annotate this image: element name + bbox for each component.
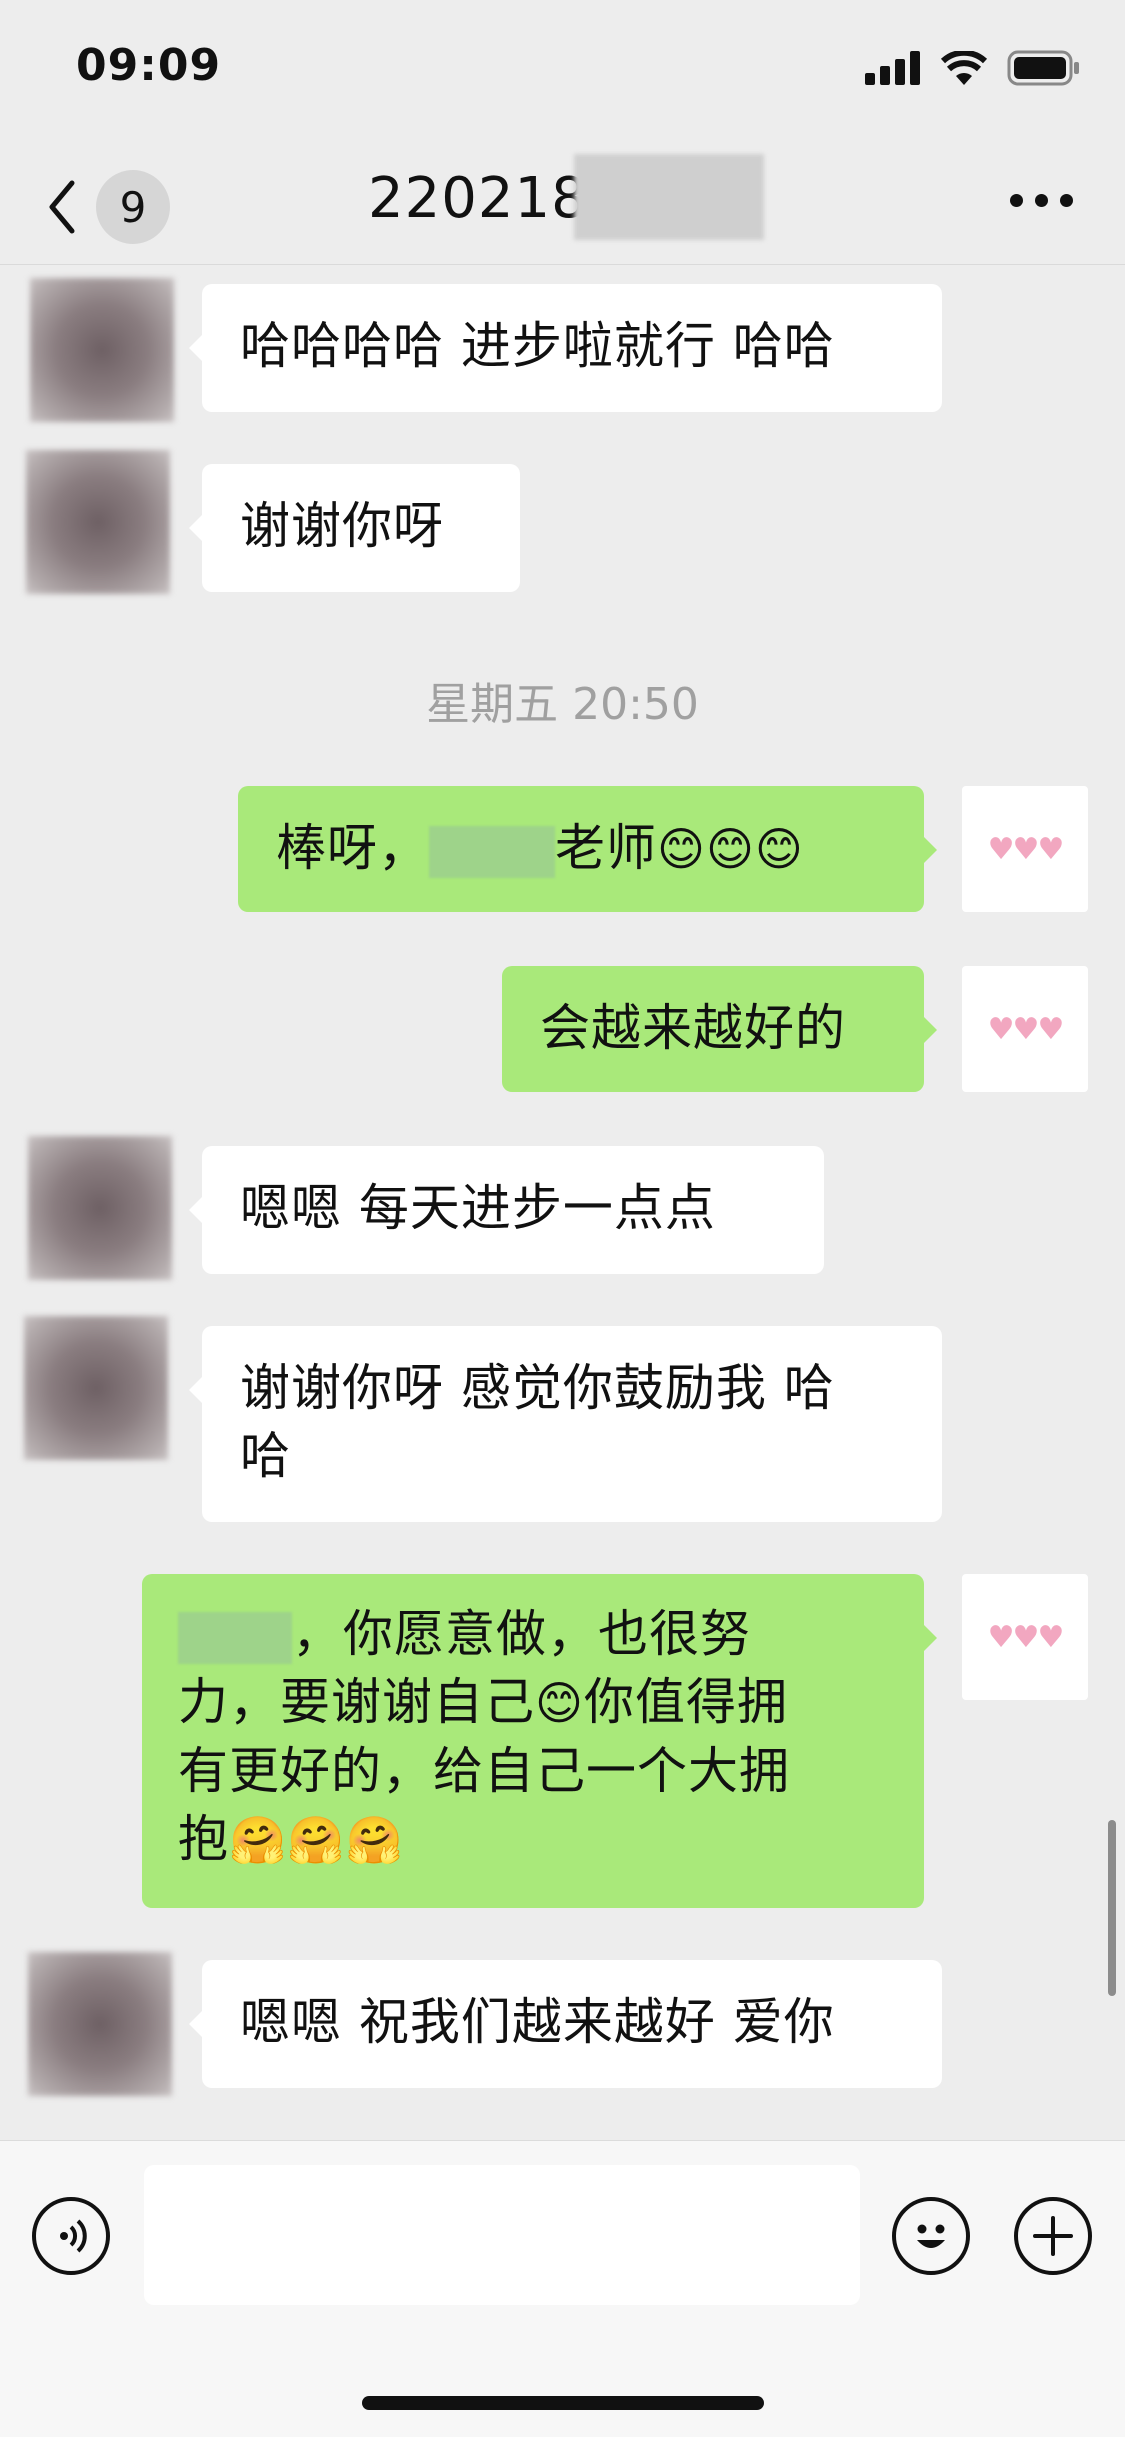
message-bubble[interactable]: 谢谢你呀 感觉你鼓励我 哈 哈 <box>189 1326 942 1522</box>
message-bubble[interactable]: 谢谢你呀 <box>189 464 520 592</box>
contact-avatar[interactable] <box>28 1952 172 2096</box>
message-text: 有更好的，给自己一个大拥 <box>178 1742 790 1800</box>
my-avatar[interactable]: ♥♥♥ <box>962 786 1088 912</box>
emoji-icon <box>917 2224 945 2248</box>
home-indicator[interactable] <box>362 2396 764 2410</box>
message-bubble[interactable]: 嗯嗯 祝我们越来越好 爱你 <box>189 1960 942 2088</box>
emoji-button[interactable] <box>892 2197 970 2275</box>
message-bubble[interactable]: 棒呀， 老师😊😊😊 <box>238 786 937 912</box>
scrollbar-thumb[interactable] <box>1108 1820 1116 1996</box>
battery-icon <box>1007 50 1079 86</box>
contact-avatar[interactable] <box>26 450 170 594</box>
wifi-icon <box>941 51 987 85</box>
message-text: 嗯嗯 每天进步一点点 <box>240 1179 716 1237</box>
status-icons <box>865 50 1081 86</box>
unread-badge: 9 <box>96 170 170 244</box>
plus-icon <box>1033 2216 1073 2256</box>
message-text: 谢谢你呀 感觉你鼓励我 哈 <box>240 1359 835 1417</box>
hug-emoji-icon: 🤗🤗🤗 <box>229 1813 404 1867</box>
voice-button[interactable] <box>32 2197 110 2275</box>
status-time: 09:09 <box>76 40 222 91</box>
message-text: 老师 <box>555 819 657 877</box>
message-text: 哈哈哈哈 进步啦就行 哈哈 <box>240 317 835 375</box>
message-text: 抱 <box>178 1810 229 1868</box>
my-avatar[interactable]: ♥♥♥ <box>962 966 1088 1092</box>
message-input[interactable] <box>144 2165 860 2305</box>
message-text: 力，要谢谢自己 <box>178 1673 535 1731</box>
my-avatar[interactable]: ♥♥♥ <box>962 1574 1088 1700</box>
redacted-name <box>178 1611 292 1664</box>
more-icon <box>1010 194 1023 207</box>
message-text: ，你愿意做，也很努 <box>292 1605 751 1663</box>
voice-icon <box>60 2219 87 2253</box>
back-button[interactable]: 9 <box>46 170 170 244</box>
more-button[interactable] <box>1010 194 1073 207</box>
redacted-title <box>574 154 764 240</box>
smile-emoji-icon: 😊 <box>535 1676 584 1730</box>
signal-icon <box>865 51 920 85</box>
nav-bar: 9 220218 <box>0 140 1125 265</box>
message-text: 会越来越好的 <box>540 999 846 1057</box>
message-bubble[interactable]: ，你愿意做，也很努 力，要谢谢自己😊你值得拥 有更好的，给自己一个大拥 抱🤗🤗🤗 <box>142 1574 937 1908</box>
time-divider: 星期五 20:50 <box>426 679 699 730</box>
message-text: 哈 <box>240 1427 291 1485</box>
smile-emoji-icon: 😊😊😊 <box>657 822 804 876</box>
message-text: 谢谢你呀 <box>240 497 444 555</box>
contact-avatar[interactable] <box>24 1316 168 1460</box>
message-text: 嗯嗯 祝我们越来越好 爱你 <box>240 1993 835 2051</box>
contact-avatar[interactable] <box>28 1136 172 1280</box>
message-bubble[interactable]: 哈哈哈哈 进步啦就行 哈哈 <box>189 284 942 412</box>
message-bubble[interactable]: 嗯嗯 每天进步一点点 <box>189 1146 824 1274</box>
message-text: 你值得拥 <box>583 1673 788 1731</box>
chat-title: 220218 <box>368 166 588 231</box>
chevron-left-icon <box>49 180 75 234</box>
input-bar <box>0 2140 1125 2437</box>
contact-avatar[interactable] <box>30 278 174 422</box>
status-bar: 09:09 <box>0 0 1125 140</box>
redacted-name <box>429 825 555 878</box>
message-text: 棒呀， <box>276 819 429 877</box>
message-bubble[interactable]: 会越来越好的 <box>502 966 937 1092</box>
add-button[interactable] <box>1014 2197 1092 2275</box>
